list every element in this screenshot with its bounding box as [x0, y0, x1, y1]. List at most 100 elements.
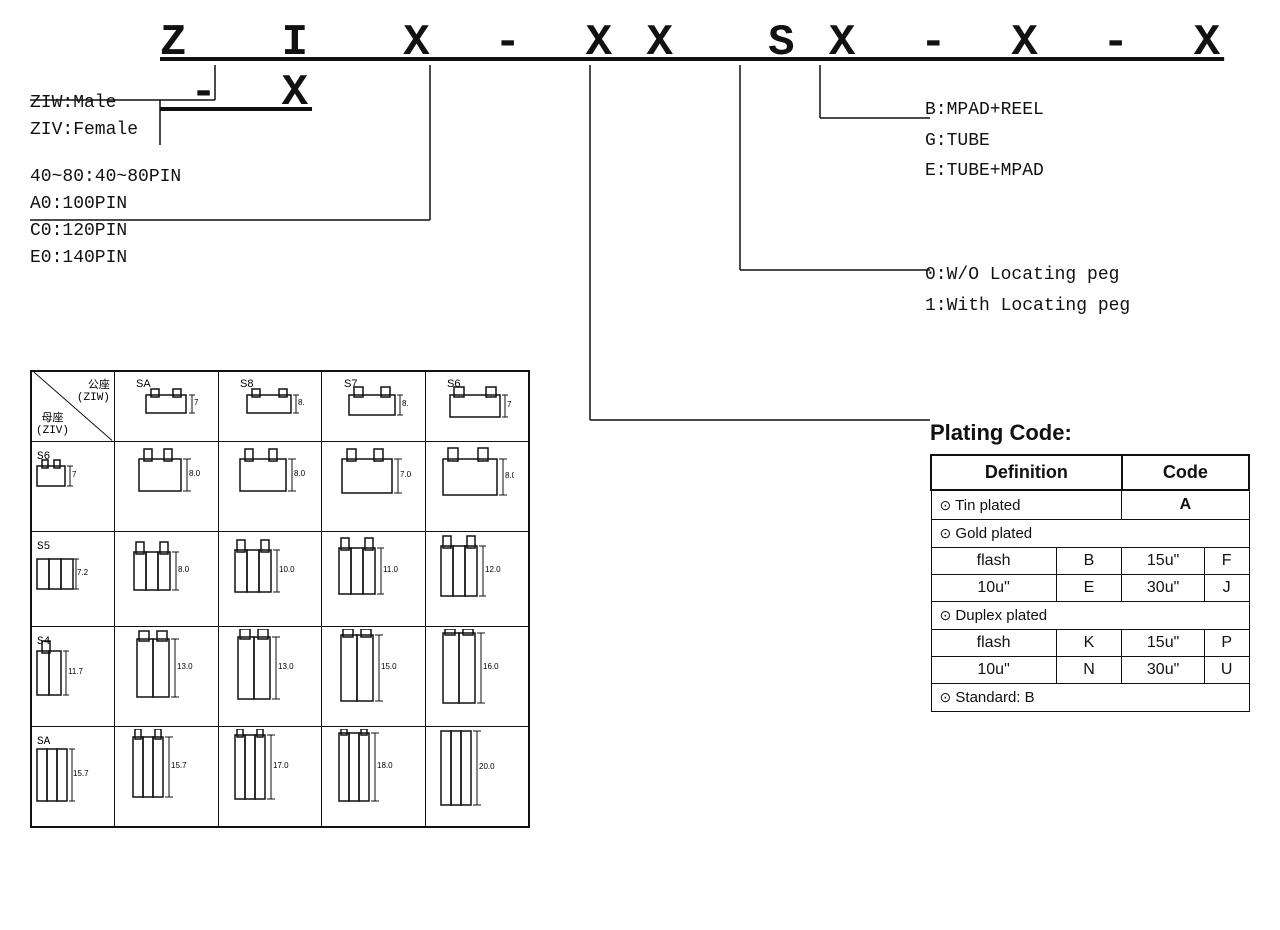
connector-s5-sa: 8.0	[129, 534, 204, 619]
locating-0: 0:W/O Locating peg	[925, 260, 1225, 291]
locating-1: 1:With Locating peg	[925, 291, 1225, 322]
svg-text:7.0: 7.0	[400, 470, 411, 479]
s7-connector-icon: S7 8.7	[339, 375, 409, 435]
cell-s5-sa: 8.0	[114, 531, 218, 626]
left-labels: ZIW:Male ZIV:Female 40~80:40~80PIN A0:10…	[30, 90, 181, 290]
row-label-s6: S6 7	[31, 441, 114, 531]
gold-30u-label: 30u"	[1122, 575, 1204, 602]
svg-text:7.2: 7.2	[77, 568, 89, 577]
svg-text:15.7: 15.7	[73, 769, 89, 778]
cell-s6-s8: 8.0	[218, 441, 322, 531]
packaging-e: E:TUBE+MPAD	[925, 156, 1225, 187]
cell-s6-sa: 8.0	[114, 441, 218, 531]
standard-label: ⊙ Standard: B	[931, 684, 1249, 712]
tin-plated-row: ⊙ Tin plated A	[931, 490, 1249, 520]
cell-sa-sa: 15.7	[114, 726, 218, 827]
pin-a0: A0:100PIN	[30, 191, 181, 218]
svg-text:8.7: 8.7	[298, 398, 305, 407]
svg-text:15.7: 15.7	[171, 761, 187, 770]
sa-connector-icon: SA 7	[131, 375, 201, 435]
page-container: Z I X - X X S X - X - X - X ZIW:Male ZIV…	[0, 0, 1280, 930]
table-row-s6: S6 7	[31, 441, 529, 531]
col-header-s6: S6 7.7	[425, 371, 529, 441]
plating-title: Plating Code:	[930, 420, 1250, 446]
cell-s6-s6: 8.0	[425, 441, 529, 531]
svg-text:15.0: 15.0	[381, 662, 397, 671]
gold-flash-label: flash	[931, 548, 1056, 575]
s6-connector-icon: S6 7.7	[442, 375, 512, 435]
svg-text:8.0: 8.0	[294, 469, 306, 478]
packaging-b: B:MPAD+REEL	[925, 95, 1225, 126]
svg-text:17.0: 17.0	[273, 761, 289, 770]
connector-s5-s7: 11.0	[336, 534, 411, 619]
connector-sa-s6: 20.0	[439, 729, 514, 819]
pin-e0: E0:140PIN	[30, 245, 181, 272]
connector-sa-sa: 15.7	[129, 729, 204, 819]
gold-15u-label: 15u"	[1122, 548, 1204, 575]
connector-s6-s7: 7.0	[336, 444, 411, 524]
diag-top-label: 公座(ZIW)	[77, 376, 110, 404]
diag-bottom-label: 母座(ZIV)	[36, 409, 69, 437]
gold-plated-label: ⊙ Gold plated	[931, 520, 1249, 548]
duplex-10u-label: 10u"	[931, 657, 1056, 684]
duplex-header-row: ⊙ Duplex plated	[931, 602, 1249, 630]
svg-text:13.0: 13.0	[278, 662, 294, 671]
duplex-flash-code: K	[1056, 630, 1122, 657]
pin-labels: 40~80:40~80PIN A0:100PIN C0:120PIN E0:14…	[30, 164, 181, 272]
connector-s4-s7: 15.0	[336, 629, 411, 719]
gold-15u-code: F	[1204, 548, 1249, 575]
connector-sa-s8: 17.0	[232, 729, 307, 819]
table-row-s5: S5 7.2	[31, 531, 529, 626]
diagonal-header: 公座(ZIW) 母座(ZIV)	[31, 371, 114, 441]
plating-table: Definition Code ⊙ Tin plated A ⊙ Gold pl…	[930, 454, 1250, 712]
svg-text:11.0: 11.0	[383, 565, 399, 574]
col-header-s7: S7 8.7	[322, 371, 426, 441]
plating-section: Plating Code: Definition Code ⊙ Tin plat…	[930, 420, 1250, 712]
svg-text:7: 7	[72, 470, 77, 479]
connector-s5-s8: 10.0	[232, 534, 307, 619]
connector-s5-s6: 12.0	[439, 534, 514, 619]
duplex-10u-code: N	[1056, 657, 1122, 684]
cell-s5-s8: 10.0	[218, 531, 322, 626]
duplex-15u-label: 15u"	[1122, 630, 1204, 657]
connector-s4-sa: 13.0	[129, 629, 204, 719]
svg-text:12.0: 12.0	[485, 565, 501, 574]
svg-text:20.0: 20.0	[479, 762, 495, 771]
connector-s6-sa: 8.0	[129, 444, 204, 524]
svg-text:S5: S5	[37, 541, 50, 553]
svg-text:8.0: 8.0	[178, 565, 190, 574]
gold-10u-code: E	[1056, 575, 1122, 602]
connector-table: 公座(ZIW) 母座(ZIV) SA	[30, 370, 530, 828]
svg-text:7.7: 7.7	[507, 400, 512, 409]
gold-plated-header-row: ⊙ Gold plated	[931, 520, 1249, 548]
gold-10u-label: 10u"	[931, 575, 1056, 602]
duplex-row-1: flash K 15u" P	[931, 630, 1249, 657]
s8-connector-icon: S8 8.7	[235, 375, 305, 435]
locating-annotation: 0:W/O Locating peg 1:With Locating peg	[925, 260, 1225, 321]
connector-s4-s6: 16.0	[439, 629, 514, 719]
connector-table-wrapper: 公座(ZIW) 母座(ZIV) SA	[30, 370, 530, 828]
svg-text:7: 7	[194, 398, 199, 407]
svg-text:S4: S4	[37, 636, 51, 648]
packaging-g: G:TUBE	[925, 126, 1225, 157]
pin-40-80: 40~80:40~80PIN	[30, 164, 181, 191]
duplex-30u-code: U	[1204, 657, 1249, 684]
duplex-15u-code: P	[1204, 630, 1249, 657]
connector-s4-s8: 13.0	[232, 629, 307, 719]
svg-text:8.0: 8.0	[189, 469, 201, 478]
connector-sa-s7: 18.0	[336, 729, 411, 819]
svg-text:11.7: 11.7	[68, 667, 84, 676]
svg-text:16.0: 16.0	[483, 662, 499, 671]
packaging-annotation: B:MPAD+REEL G:TUBE E:TUBE+MPAD	[925, 95, 1225, 187]
cell-s4-s8: 13.0	[218, 626, 322, 726]
row-label-s5: S5 7.2	[31, 531, 114, 626]
connector-s6-s8: 8.0	[232, 444, 307, 524]
duplex-flash-label: flash	[931, 630, 1056, 657]
tin-plated-label: ⊙ Tin plated	[931, 490, 1122, 520]
svg-text:SA: SA	[136, 378, 151, 390]
gold-30u-code: J	[1204, 575, 1249, 602]
table-row-sa: SA 15.7	[31, 726, 529, 827]
cell-s4-s6: 16.0	[425, 626, 529, 726]
pin-c0: C0:120PIN	[30, 218, 181, 245]
col-header-sa: SA 7	[114, 371, 218, 441]
